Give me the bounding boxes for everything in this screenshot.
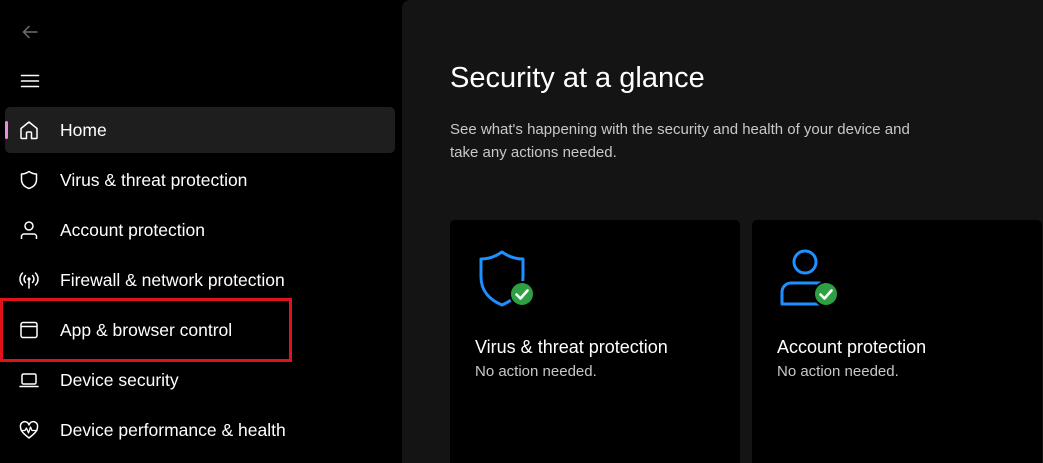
sidebar-item-label: Device performance & health bbox=[60, 420, 286, 440]
sidebar-item-device-performance-health[interactable]: Device performance & health bbox=[5, 407, 395, 453]
back-arrow-icon bbox=[22, 25, 38, 39]
sidebar-item-home[interactable]: Home bbox=[5, 107, 395, 153]
sidebar-item-app-browser-control[interactable]: App & browser control bbox=[5, 307, 395, 353]
sidebar-item-virus-threat-protection[interactable]: Virus & threat protection bbox=[5, 157, 395, 203]
card-account-protection[interactable]: Account protection No action needed. bbox=[752, 220, 1042, 463]
person-check-icon bbox=[780, 249, 839, 307]
home-icon bbox=[18, 119, 40, 141]
selection-indicator bbox=[5, 121, 8, 139]
sidebar-item-firewall-network-protection[interactable]: Firewall & network protection bbox=[5, 257, 395, 303]
sidebar-item-label: Virus & threat protection bbox=[60, 170, 248, 190]
card-title: Account protection bbox=[777, 337, 927, 357]
shield-icon bbox=[18, 169, 40, 191]
heart-pulse-icon bbox=[18, 419, 40, 441]
sidebar-item-label: Account protection bbox=[60, 220, 205, 240]
sidebar-item-label: Device security bbox=[60, 370, 179, 390]
card-title: Virus & threat protection bbox=[475, 337, 668, 357]
person-icon bbox=[18, 219, 40, 241]
page-title: Security at a glance bbox=[450, 62, 705, 94]
sidebar-item-label: Firewall & network protection bbox=[60, 270, 285, 290]
main-content: Security at a glance See what's happenin… bbox=[402, 0, 1043, 463]
sidebar-item-account-protection[interactable]: Account protection bbox=[5, 207, 395, 253]
hamburger-icon bbox=[20, 74, 40, 88]
sidebar-item-label: Home bbox=[60, 120, 107, 140]
windows-security-window: Home Virus & threat protection Account p… bbox=[0, 0, 1043, 463]
sidebar-item-device-security[interactable]: Device security bbox=[5, 357, 395, 403]
page-subtitle: See what's happening with the security a… bbox=[450, 121, 910, 161]
laptop-icon bbox=[18, 369, 40, 391]
card-virus-threat-protection[interactable]: Virus & threat protection No action need… bbox=[450, 220, 740, 463]
wifi-antenna-icon bbox=[18, 269, 40, 291]
app-window-icon bbox=[18, 319, 40, 341]
shield-check-icon bbox=[479, 250, 535, 307]
menu-button[interactable] bbox=[17, 68, 43, 94]
sidebar-nav: Home Virus & threat protection Account p… bbox=[5, 107, 395, 457]
sidebar: Home Virus & threat protection Account p… bbox=[0, 0, 402, 463]
back-button[interactable] bbox=[17, 19, 43, 45]
card-status: No action needed. bbox=[777, 363, 899, 380]
card-status: No action needed. bbox=[475, 363, 597, 380]
sidebar-item-label: App & browser control bbox=[60, 320, 233, 340]
